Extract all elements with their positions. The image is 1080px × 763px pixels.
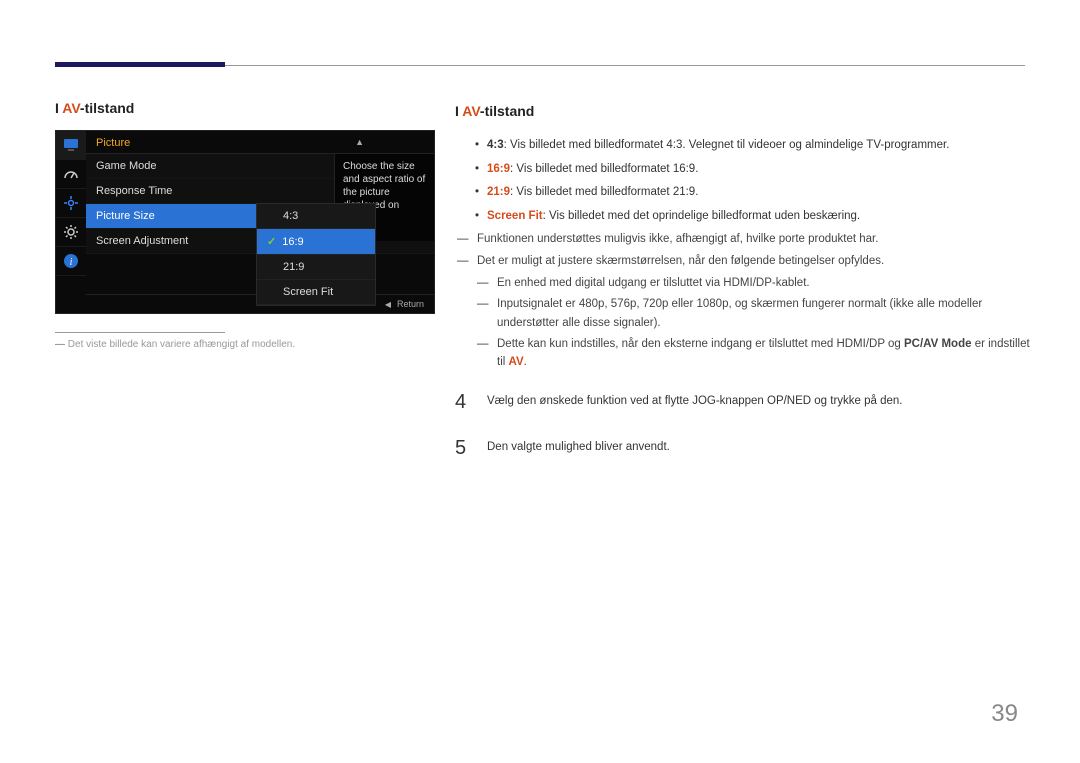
- page-number: 39: [991, 700, 1018, 728]
- menu-label: Response Time: [96, 185, 172, 197]
- note: Det er muligt at justere skærmstørrelsen…: [455, 252, 1035, 270]
- option-219[interactable]: 21:9: [257, 255, 375, 280]
- section-title-left: I AV-tilstand: [55, 100, 435, 116]
- step-number: 4: [455, 386, 469, 418]
- key: 4:3: [487, 139, 504, 151]
- sub-note: Dette kan kun indstilles, når den ekster…: [475, 335, 1035, 372]
- option-label: 21:9: [283, 261, 304, 273]
- monitor-icon[interactable]: [56, 131, 86, 160]
- osd-submenu: 4:3 ✓ 16:9 21:9 Screen Fit: [256, 203, 376, 306]
- list-item: 21:9: Vis billedet med billedformatet 21…: [475, 183, 1035, 201]
- info-icon[interactable]: i: [56, 247, 86, 276]
- text: : Vis billedet med billedformatet 21:9.: [510, 186, 698, 198]
- step-text: Vælg den ønskede funktion ved at flytte …: [487, 386, 1035, 418]
- up-arrow-icon[interactable]: ▲: [355, 137, 364, 149]
- title-suffix: -tilstand: [480, 103, 534, 119]
- osd-header: Picture ▲: [86, 131, 434, 154]
- step-number: 5: [455, 432, 469, 464]
- t: .: [524, 356, 527, 368]
- note-text: Inputsignalet er 480p, 576p, 720p eller …: [497, 298, 982, 328]
- note: Funktionen understøttes muligvis ikke, a…: [455, 230, 1035, 248]
- left-column: I AV-tilstand i: [55, 100, 435, 350]
- t: PC/AV Mode: [904, 338, 972, 350]
- menu-label: Screen Adjustment: [96, 235, 188, 247]
- sub-note: Inputsignalet er 480p, 576p, 720p eller …: [475, 295, 1035, 332]
- footnote: ― Det viste billede kan variere afhængig…: [55, 339, 435, 350]
- footnote-separator: [55, 332, 225, 333]
- text: : Vis billedet med billedformatet 16:9.: [510, 163, 698, 175]
- t: AV: [509, 356, 524, 368]
- left-arrow-icon[interactable]: ◀: [385, 300, 391, 309]
- text: : Vis billedet med det oprindelige bille…: [543, 210, 861, 222]
- check-icon: ✓: [267, 235, 276, 248]
- note-text: En enhed med digital udgang er tilslutte…: [497, 277, 810, 289]
- t: Dette kan kun indstilles, når den ekster…: [497, 338, 904, 350]
- dash-icon: ―: [55, 339, 68, 350]
- osd-menu: Game Mode Off Response Time Picture Size…: [86, 154, 434, 294]
- option-screenfit[interactable]: Screen Fit: [257, 280, 375, 305]
- sub-note: En enhed med digital udgang er tilslutte…: [475, 274, 1035, 292]
- key: 21:9: [487, 186, 510, 198]
- note-text: Funktionen understøttes muligvis ikke, a…: [477, 233, 878, 245]
- step-text: Den valgte mulighed bliver anvendt.: [487, 432, 1035, 464]
- list-item: 16:9: Vis billedet med billedformatet 16…: [475, 160, 1035, 178]
- target-icon[interactable]: [56, 189, 86, 218]
- footnote-text: Det viste billede kan variere afhængigt …: [68, 339, 295, 350]
- option-43[interactable]: 4:3: [257, 204, 375, 229]
- right-column: I AV-tilstand 4:3: Vis billedet med bill…: [455, 100, 1035, 464]
- note-text: Det er muligt at justere skærmstørrelsen…: [477, 255, 884, 267]
- step-5: 5 Den valgte mulighed bliver anvendt.: [455, 432, 1035, 464]
- list-item: Screen Fit: Vis billedet med det oprinde…: [475, 207, 1035, 225]
- option-169[interactable]: ✓ 16:9: [257, 229, 375, 255]
- gear-icon[interactable]: [56, 218, 86, 247]
- osd-sidebar: i: [56, 131, 86, 313]
- title-suffix: -tilstand: [80, 100, 134, 116]
- list-item: 4:3: Vis billedet med billedformatet 4:3…: [475, 136, 1035, 154]
- return-label[interactable]: Return: [397, 299, 424, 309]
- bullet-list: 4:3: Vis billedet med billedformatet 4:3…: [475, 136, 1035, 225]
- option-label: 4:3: [283, 210, 298, 222]
- menu-label: Picture Size: [96, 210, 155, 222]
- osd-screenshot: i Picture ▲ Game Mode Off Response Time: [55, 130, 435, 314]
- osd-title: Picture: [96, 137, 130, 149]
- key: 16:9: [487, 163, 510, 175]
- title-accent: AV: [462, 103, 480, 119]
- key: Screen Fit: [487, 210, 543, 222]
- svg-text:i: i: [70, 257, 73, 268]
- title-accent: AV: [62, 100, 80, 116]
- step-4: 4 Vælg den ønskede funktion ved at flytt…: [455, 386, 1035, 418]
- option-label: 16:9: [282, 236, 303, 248]
- text: : Vis billedet med billedformatet 4:3. V…: [504, 139, 950, 151]
- section-title-right: I AV-tilstand: [455, 100, 1035, 122]
- option-label: Screen Fit: [283, 286, 333, 298]
- menu-label: Game Mode: [96, 160, 157, 172]
- header-accent-bar: [55, 62, 225, 67]
- gauge-icon[interactable]: [56, 160, 86, 189]
